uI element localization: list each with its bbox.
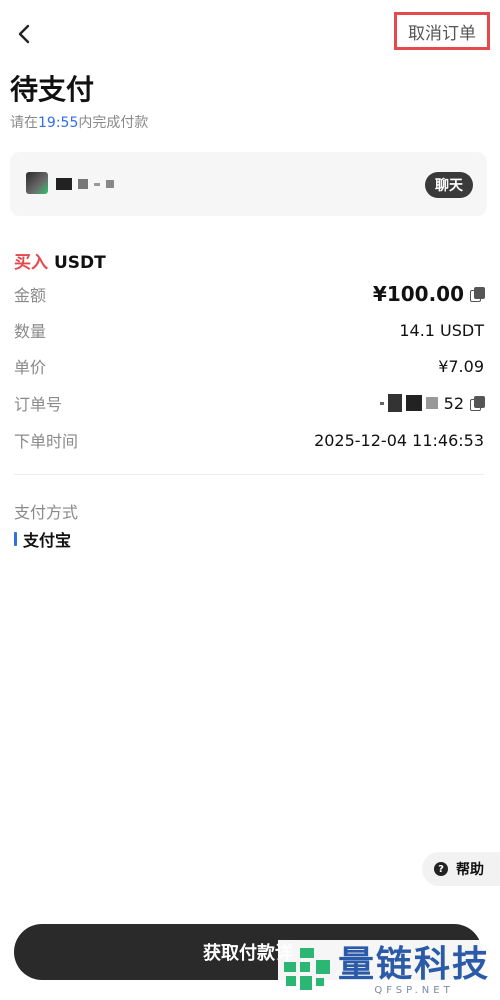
quantity-value: 14.1 USDT (399, 320, 484, 340)
deadline-suffix: 内完成付款 (78, 115, 149, 131)
quantity-row: 数量 14.1 USDT (14, 316, 484, 344)
price-label: 单价 (14, 358, 47, 377)
payment-method-name: 支付宝 (23, 531, 72, 550)
order-time-row: 下单时间 2025-12-04 11:46:53 (14, 426, 484, 454)
trade-heading: 买入 USDT (14, 248, 106, 273)
copy-icon[interactable] (470, 287, 485, 302)
order-number-masked (379, 394, 438, 412)
payment-method-label: 支付方式 (14, 503, 79, 522)
merchant-card: 聊天 (10, 152, 487, 216)
chat-button[interactable]: 聊天 (425, 172, 473, 198)
chevron-left-icon (18, 24, 30, 44)
watermark-domain-text: QFSP.NET (374, 984, 454, 996)
help-label: 帮助 (456, 862, 484, 878)
cancel-order-button[interactable]: 取消订单 (394, 12, 490, 50)
order-time-label: 下单时间 (14, 432, 79, 451)
page-title: 待支付 (10, 73, 95, 106)
order-time-value: 2025-12-04 11:46:53 (314, 430, 484, 450)
order-number-suffix: 52 (443, 393, 464, 413)
payment-deadline-text: 请在19:55内完成付款 (10, 112, 148, 132)
question-icon: ? (434, 862, 448, 876)
quantity-label: 数量 (14, 322, 47, 341)
price-row: 单价 ¥7.09 (14, 352, 484, 380)
amount-label: 金额 (14, 286, 47, 305)
copy-icon[interactable] (470, 396, 485, 411)
merchant-name-masked (56, 178, 126, 190)
help-button[interactable]: ? 帮助 (422, 852, 500, 886)
divider (14, 474, 484, 475)
amount-row: 金额 ¥100.00 (14, 280, 485, 308)
watermark-chinese-text: 量链科技 (338, 943, 491, 985)
trade-side: 买入 (14, 253, 48, 273)
back-button[interactable] (12, 20, 36, 48)
order-number-row: 订单号 52 (14, 389, 485, 417)
amount-value: ¥100.00 (372, 282, 464, 306)
payment-method-marker (14, 532, 17, 546)
payment-method-item[interactable]: 支付宝 (14, 528, 71, 550)
price-value: ¥7.09 (438, 356, 484, 376)
trade-asset: USDT (54, 253, 106, 273)
top-bar: 取消订单 (0, 0, 500, 68)
merchant-avatar (26, 172, 48, 194)
watermark-logo (280, 944, 334, 996)
order-number-label: 订单号 (14, 395, 63, 414)
deadline-prefix: 请在 (10, 115, 38, 131)
countdown-timer: 19:55 (38, 115, 79, 131)
watermark: 量链科技 QFSP.NET (278, 940, 500, 1000)
